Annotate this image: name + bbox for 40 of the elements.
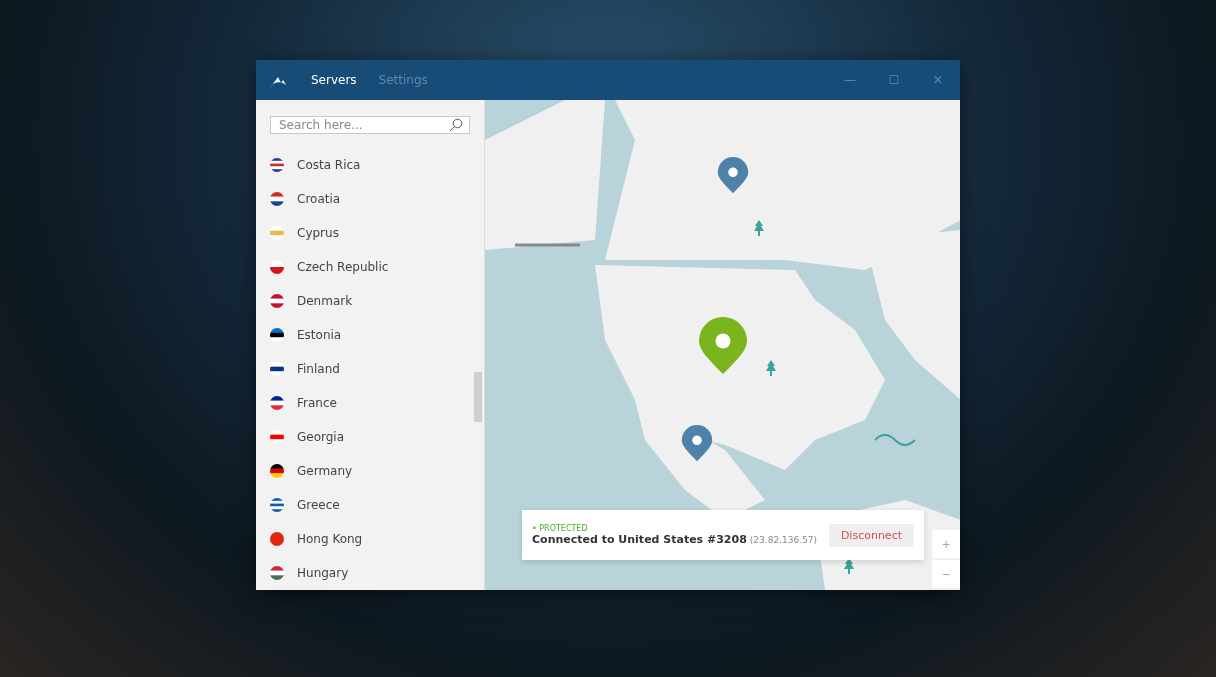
flag-icon <box>270 260 284 274</box>
connection-text: Connected to United States #3208 <box>532 533 747 546</box>
country-item[interactable]: Costa Rica <box>256 148 484 182</box>
tree-icon <box>766 360 776 376</box>
country-item[interactable]: Cyprus <box>256 216 484 250</box>
disconnect-button[interactable]: Disconnect <box>828 523 914 547</box>
country-item[interactable]: Denmark <box>256 284 484 318</box>
status-label: • PROTECTED <box>532 524 589 533</box>
country-item[interactable]: Hong Kong <box>256 522 484 556</box>
nav-tab[interactable]: Servers <box>300 73 368 87</box>
country-item[interactable]: Estonia <box>256 318 484 352</box>
flag-icon <box>270 396 284 410</box>
country-item[interactable]: France <box>256 386 484 420</box>
flag-icon <box>270 294 284 308</box>
search-icon <box>449 118 463 132</box>
scrollbar-thumb[interactable] <box>474 372 482 422</box>
tree-icon <box>844 558 854 574</box>
country-item[interactable]: Greece <box>256 488 484 522</box>
flag-icon <box>270 430 284 444</box>
flag-icon <box>270 566 284 580</box>
country-item[interactable]: Czech Republic <box>256 250 484 284</box>
flag-icon <box>270 192 284 206</box>
flag-icon <box>270 158 284 172</box>
tree-icon <box>754 220 764 236</box>
country-item[interactable]: Croatia <box>256 182 484 216</box>
flag-icon <box>270 464 284 478</box>
search-field[interactable]: Search here... <box>270 116 470 134</box>
flag-icon <box>270 498 284 512</box>
location-pin-icon[interactable] <box>717 157 749 194</box>
country-item[interactable]: Germany <box>256 454 484 488</box>
flag-icon <box>270 532 284 546</box>
location-pin-icon[interactable] <box>681 425 713 462</box>
country-item[interactable]: Finland <box>256 352 484 386</box>
flag-icon <box>270 328 284 342</box>
country-item[interactable]: Hungary <box>256 556 484 590</box>
country-item[interactable]: Georgia <box>256 420 484 454</box>
flag-icon <box>270 362 284 376</box>
ip-address: (23.82.136.57) <box>749 535 817 545</box>
flag-icon <box>270 226 284 240</box>
location-pin-icon[interactable] <box>699 317 747 374</box>
